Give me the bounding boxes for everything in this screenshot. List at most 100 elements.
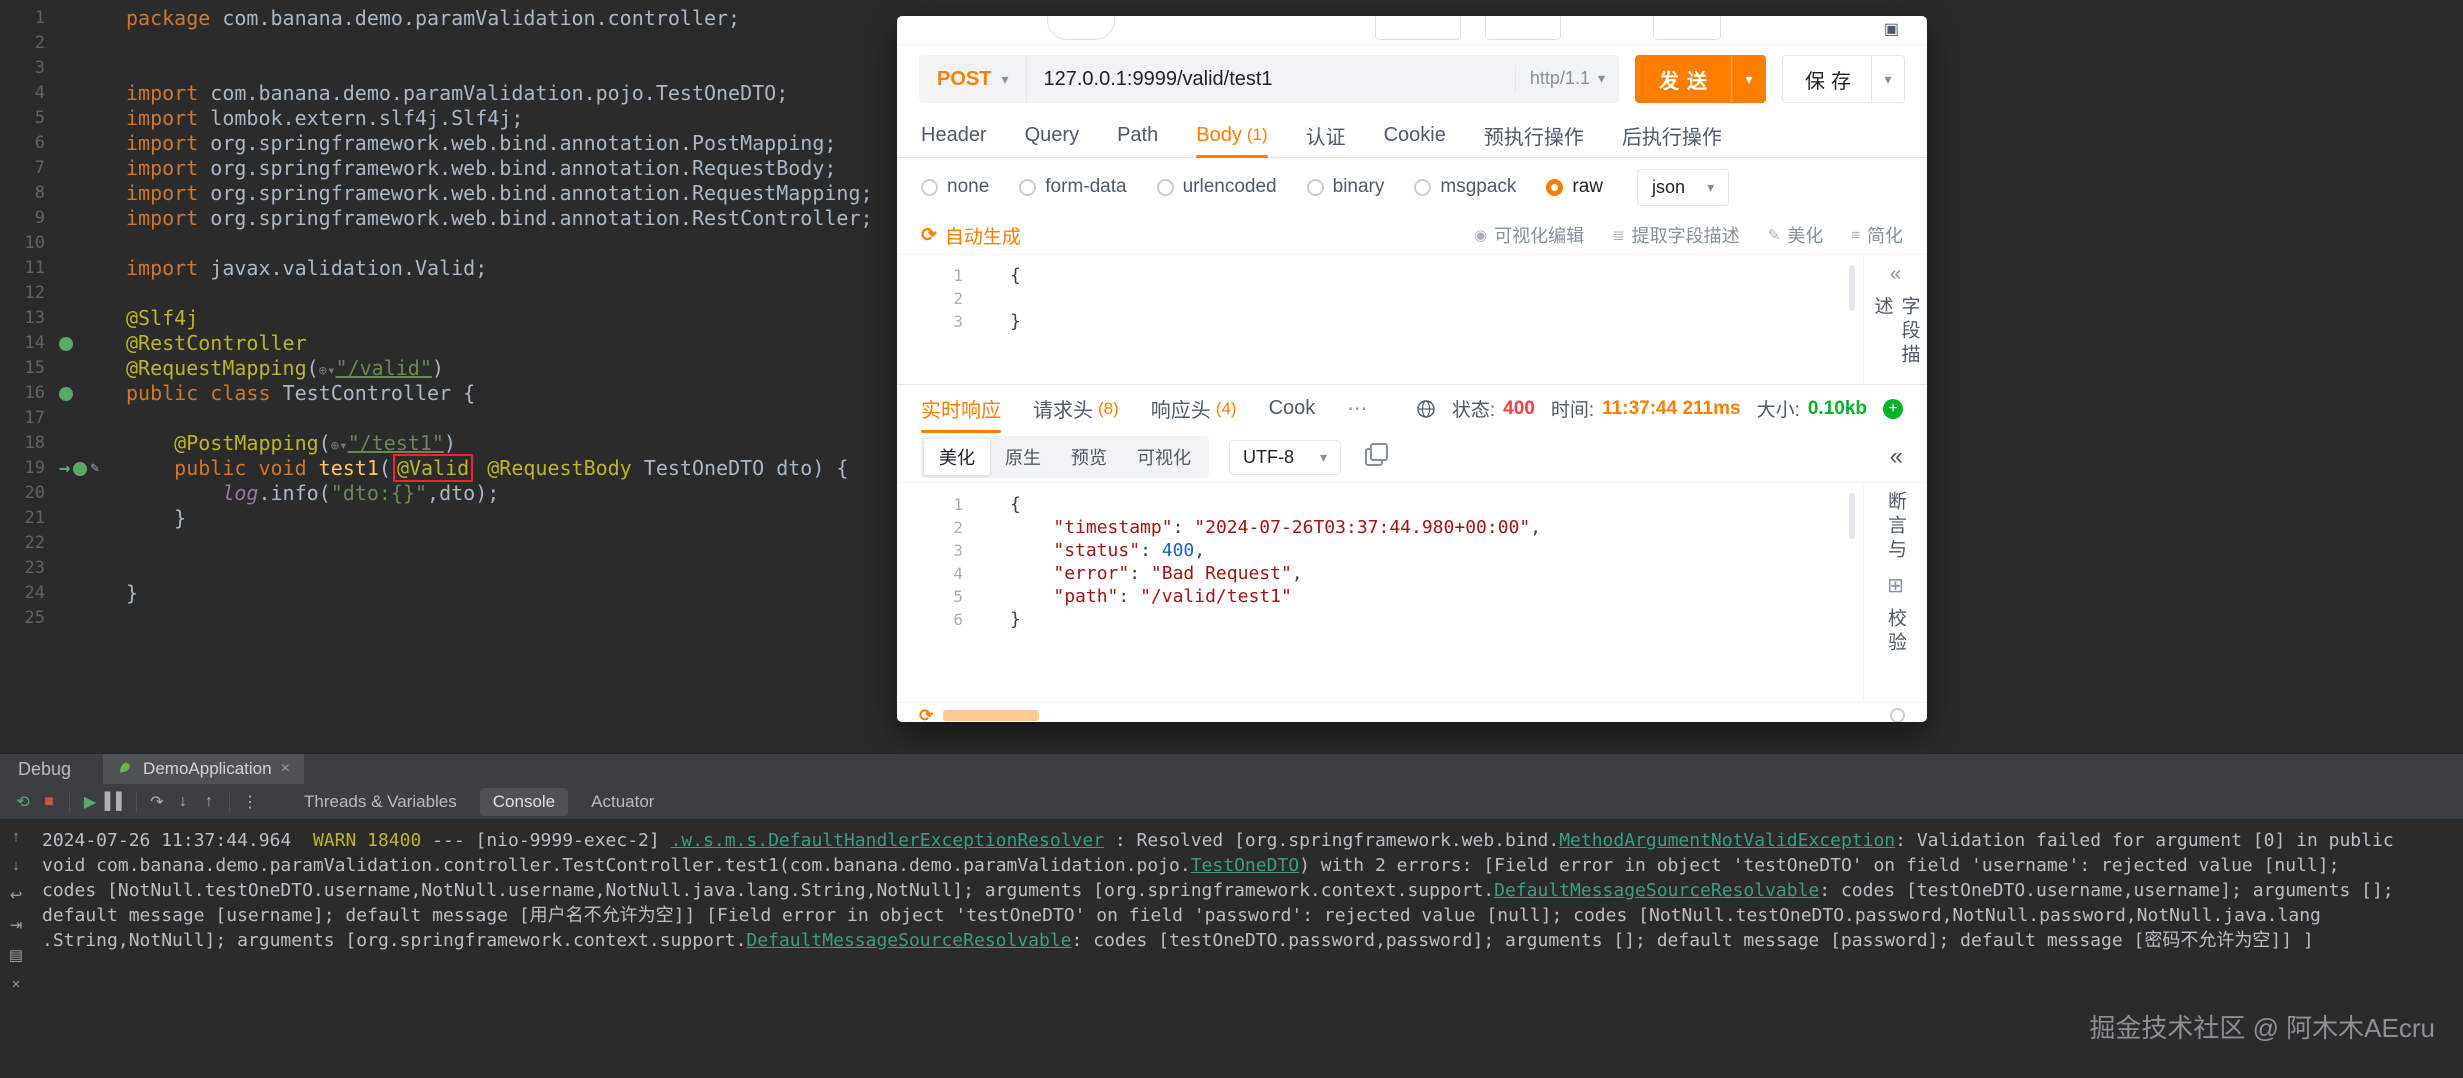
view-tab-beautify[interactable]: 美化 (924, 439, 990, 475)
response-toolbar: 美化 原生 预览 可视化 UTF-8 (897, 432, 1927, 482)
debug-tab-threads-variables[interactable]: Threads & Variables (291, 788, 470, 816)
text-segment: "path" (1053, 586, 1119, 607)
line-number: 9 (34, 208, 45, 228)
assertion-panel[interactable]: 断言与 校验 (1863, 483, 1927, 702)
text-segment: org.springframework.web.bind.annotation.… (210, 131, 837, 155)
soft-wrap-icon[interactable]: ↩ (10, 886, 23, 904)
debug-tab-console[interactable]: Console (479, 787, 569, 816)
resume-icon[interactable]: ▶ (77, 789, 103, 815)
close-icon[interactable] (281, 760, 290, 778)
body-type-urlencoded[interactable]: urlencoded (1156, 176, 1277, 198)
more-options-icon[interactable]: ⋮ (237, 789, 263, 815)
tab-header[interactable]: Header (921, 113, 987, 157)
tab-auth[interactable]: 认证 (1306, 113, 1346, 157)
print-icon[interactable]: ▤ (9, 946, 23, 964)
time-label: 时间: (1550, 400, 1595, 421)
copy-icon[interactable] (1365, 443, 1389, 466)
clear-console-icon[interactable]: × (12, 976, 21, 993)
http-version-select[interactable]: http/1.1 (1514, 64, 1619, 94)
spring-bean-icon[interactable] (59, 336, 73, 351)
size-stat: 大小: 0.10kb (1757, 395, 1867, 422)
console-output[interactable]: 2024-07-26 11:37:44.964 WARN 18400 --- [… (42, 828, 2457, 953)
execution-arrow-icon[interactable]: → (59, 456, 70, 481)
tab-cookie[interactable]: Cook (1269, 385, 1316, 432)
tab-label: 认证 (1305, 126, 1346, 149)
extract-field-desc-button[interactable]: ≣ 提取字段描述 (1612, 222, 1740, 248)
request-body-editor[interactable]: 1{23} 字段描述 (897, 254, 1927, 384)
tab-cookie[interactable]: Cookie (1384, 113, 1446, 157)
rerun-icon[interactable]: ⟲ (10, 789, 36, 815)
body-type-none[interactable]: none (921, 176, 989, 198)
body-type-binary[interactable]: binary (1306, 176, 1384, 198)
tab-body[interactable]: Body (1) (1196, 113, 1268, 158)
more-tabs-icon[interactable] (1347, 396, 1367, 421)
send-button[interactable]: 发送 (1635, 55, 1766, 103)
prev-frame-icon[interactable]: ↑ (12, 828, 20, 845)
raw-type-select[interactable]: json (1637, 168, 1730, 206)
debug-tab-actuator[interactable]: Actuator (578, 788, 667, 816)
clipped-control[interactable] (1485, 16, 1561, 40)
body-type-raw[interactable]: raw (1546, 176, 1603, 198)
clipped-control[interactable] (1047, 16, 1115, 40)
stop-icon[interactable]: ■ (36, 789, 62, 815)
next-frame-icon[interactable]: ↓ (12, 857, 20, 874)
body-type-msgpack[interactable]: msgpack (1414, 176, 1516, 198)
text-segment: "/valid" (335, 356, 432, 380)
response-view-tabs: 美化 原生 预览 可视化 (921, 436, 1209, 478)
step-into-icon[interactable]: ↓ (170, 789, 196, 815)
beautify-button[interactable]: ✎ 美化 (1768, 222, 1824, 248)
tab-post-ops[interactable]: 后执行操作 (1622, 113, 1722, 157)
collapse-panel-icon[interactable] (1890, 263, 1901, 286)
visual-edit-button[interactable]: ◉ 可视化编辑 (1474, 222, 1584, 248)
text-segment: import (126, 81, 211, 105)
pause-icon[interactable]: ▌▌ (103, 789, 129, 815)
run-tab-demoapplication[interactable]: DemoApplication (103, 754, 304, 784)
tab-response-headers[interactable]: 响应头 (4) (1151, 385, 1237, 432)
text-segment: ) with 2 errors: [Field error in object … (1299, 855, 2340, 876)
step-out-icon[interactable]: ↑ (196, 789, 222, 815)
line-number: 24 (24, 583, 45, 603)
gutter-icons (54, 31, 126, 56)
spring-bean-icon[interactable] (59, 386, 73, 401)
clipped-control[interactable] (1375, 16, 1461, 40)
simplify-button[interactable]: ≡ 简化 (1851, 222, 1903, 248)
method-select[interactable]: POST (919, 55, 1028, 103)
editor-line: 4 "error": "Bad Request", (897, 562, 1927, 585)
tab-realtime-response[interactable]: 实时响应 (921, 385, 1001, 433)
action-label: 美化 (1787, 226, 1824, 246)
tab-request-headers[interactable]: 请求头 (8) (1033, 385, 1119, 432)
tab-path[interactable]: Path (1117, 113, 1158, 157)
generate-row: 自动生成 ◉ 可视化编辑 ≣ 提取字段描述 ✎ 美化 ≡ 简化 (897, 216, 1927, 254)
send-options-chevron[interactable] (1731, 55, 1766, 103)
view-tab-raw[interactable]: 原生 (990, 439, 1056, 475)
auto-generate-button[interactable]: 自动生成 (921, 222, 1021, 249)
gutter-icons (54, 6, 126, 31)
tab-query[interactable]: Query (1025, 113, 1079, 157)
field-description-panel[interactable]: 字段描述 (1863, 255, 1927, 384)
edit-icon[interactable]: ✎ (90, 456, 98, 481)
clipped-control[interactable] (1653, 16, 1721, 40)
view-tab-preview[interactable]: 预览 (1056, 439, 1122, 475)
scrollbar[interactable] (1849, 493, 1855, 539)
clipped-icon[interactable] (1890, 708, 1905, 722)
view-tab-visualize[interactable]: 可视化 (1122, 439, 1206, 475)
window-layout-icon[interactable] (1884, 19, 1899, 39)
clipped-refresh-icon[interactable] (919, 706, 933, 722)
save-response-icon[interactable] (1883, 398, 1903, 419)
response-body-editor[interactable]: 1{2 "timestamp": "2024-07-26T03:37:44.98… (897, 482, 1927, 702)
step-over-icon[interactable]: ↷ (144, 789, 170, 815)
text-segment: } (1010, 311, 1021, 332)
url-input[interactable] (1027, 66, 1515, 92)
collapse-panel-icon[interactable] (1890, 443, 1903, 471)
body-type-form-data[interactable]: form-data (1019, 176, 1127, 198)
scrollbar[interactable] (1849, 265, 1855, 311)
save-button[interactable]: 保存 (1782, 55, 1905, 103)
save-options-chevron[interactable] (1871, 56, 1904, 102)
tab-pre-ops[interactable]: 预执行操作 (1484, 113, 1584, 157)
scroll-to-end-icon[interactable]: ⇥ (10, 916, 23, 934)
line-number: 10 (24, 233, 45, 253)
spring-bean-icon[interactable] (73, 461, 88, 476)
encoding-select[interactable]: UTF-8 (1229, 439, 1342, 475)
text-segment: "dto:{}" (330, 481, 428, 505)
line-number: 22 (24, 533, 45, 553)
